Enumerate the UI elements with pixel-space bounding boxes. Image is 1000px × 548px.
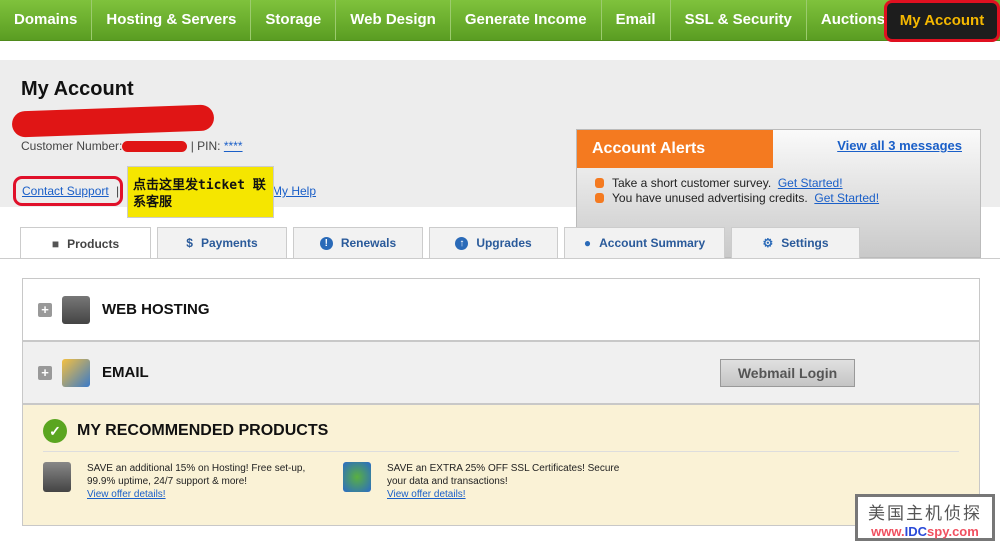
my-help-link[interactable]: My Help — [272, 184, 316, 198]
product-name: EMAIL — [102, 364, 149, 381]
offer-ssl: SAVE an EXTRA 25% OFF SSL Certificates! … — [343, 462, 623, 501]
pin-link[interactable]: **** — [224, 139, 243, 153]
alert-text: Take a short customer survey. — [612, 176, 772, 190]
tab-label: Payments — [200, 236, 258, 250]
separator: | — [116, 184, 120, 198]
nav-email[interactable]: Email — [601, 0, 671, 40]
alert-icon: ! — [319, 236, 333, 250]
alerts-title: Account Alerts — [577, 130, 773, 168]
watermark-part: IDC — [904, 524, 928, 539]
arrow-up-icon: ↑ — [455, 236, 469, 250]
alert-item: Take a short customer survey. Get Starte… — [595, 176, 843, 190]
tab-label: Renewals — [340, 236, 397, 250]
tab-upgrades[interactable]: ↑ Upgrades — [429, 227, 558, 258]
top-nav: Domains Hosting & Servers Storage Web De… — [0, 0, 1000, 42]
server-icon — [43, 462, 71, 492]
watermark-part: spy.com — [927, 524, 979, 539]
web-hosting-row[interactable]: + WEB HOSTING — [22, 278, 980, 341]
redaction — [122, 141, 188, 153]
expand-icon[interactable]: + — [38, 302, 52, 317]
products-panel: + WEB HOSTING + EMAIL Webmail Login ✓ MY … — [0, 258, 1000, 548]
watermark-text: 美国主机侦探 — [868, 504, 982, 523]
get-started-link[interactable]: Get Started! — [778, 176, 843, 190]
contact-support-link[interactable]: Contact Support — [22, 184, 109, 198]
recommended-title: ✓ MY RECOMMENDED PRODUCTS — [43, 419, 328, 443]
nav-hosting[interactable]: Hosting & Servers — [92, 0, 252, 40]
nav-my-account[interactable]: My Account — [884, 0, 1000, 42]
tab-products[interactable]: ■ Products — [20, 227, 151, 259]
alert-item: You have unused advertising credits. Get… — [595, 191, 879, 205]
check-icon: ✓ — [43, 419, 67, 443]
watermark-logo: 美国主机侦探 www.IDCspy.com — [855, 494, 995, 541]
alert-text: You have unused advertising credits. — [612, 191, 808, 205]
get-started-link[interactable]: Get Started! — [814, 191, 879, 205]
cube-icon: ■ — [51, 236, 60, 251]
dollar-icon: $ — [186, 236, 193, 250]
tab-label: Account Summary — [599, 236, 706, 250]
tab-label: Settings — [781, 236, 829, 250]
nav-generate-income[interactable]: Generate Income — [450, 0, 602, 40]
offer-text: SAVE an EXTRA 25% OFF SSL Certificates! … — [387, 463, 620, 487]
tab-bar: ■ Products $ Payments ! Renewals ↑ Upgrades … — [20, 227, 860, 259]
server-icon — [62, 295, 90, 324]
email-icon — [62, 358, 90, 387]
annotation-note: 点击这里发ticket 联系客服 — [127, 166, 274, 218]
tab-label: Upgrades — [476, 236, 532, 250]
tab-label: Products — [67, 236, 120, 251]
nav-storage[interactable]: Storage — [251, 0, 337, 40]
alert-icon — [595, 178, 604, 188]
globe-icon — [343, 462, 371, 492]
nav-web-design[interactable]: Web Design — [336, 0, 451, 40]
customer-info: Customer Number: | PIN: **** — [21, 139, 243, 153]
tab-settings[interactable]: ⚙ Settings — [731, 227, 860, 258]
gear-icon: ⚙ — [762, 236, 774, 250]
alert-icon — [595, 193, 604, 203]
watermark-part: www. — [871, 524, 905, 539]
webmail-login-button[interactable]: Webmail Login — [720, 358, 855, 387]
redaction — [11, 104, 215, 138]
recommended-products: ✓ MY RECOMMENDED PRODUCTS SAVE an additio… — [22, 404, 980, 526]
expand-icon[interactable]: + — [38, 365, 52, 380]
watermark-url: www.IDCspy.com — [858, 524, 992, 539]
view-offer-link[interactable]: View offer details! — [87, 489, 166, 500]
offer-hosting: SAVE an additional 15% on Hosting! Free … — [43, 462, 323, 501]
recommended-title-text: MY RECOMMENDED PRODUCTS — [77, 422, 329, 439]
pin-label: PIN: — [197, 139, 221, 153]
nav-ssl[interactable]: SSL & Security — [670, 0, 807, 40]
offer-text: SAVE an additional 15% on Hosting! Free … — [87, 463, 306, 487]
nav-domains[interactable]: Domains — [0, 0, 93, 40]
divider — [43, 451, 959, 452]
email-row[interactable]: + EMAIL Webmail Login — [22, 341, 980, 404]
view-offer-link[interactable]: View offer details! — [387, 489, 466, 500]
tab-payments[interactable]: $ Payments — [157, 227, 287, 258]
page-title: My Account — [21, 78, 134, 100]
tab-account-summary[interactable]: ● Account Summary — [564, 227, 725, 258]
user-icon: ● — [583, 236, 592, 250]
view-all-messages-link[interactable]: View all 3 messages — [837, 138, 962, 153]
tab-renewals[interactable]: ! Renewals — [293, 227, 423, 258]
customer-label: Customer Number: — [21, 139, 123, 153]
contact-support-highlight: Contact Support — [13, 176, 123, 206]
product-name: WEB HOSTING — [102, 301, 210, 318]
